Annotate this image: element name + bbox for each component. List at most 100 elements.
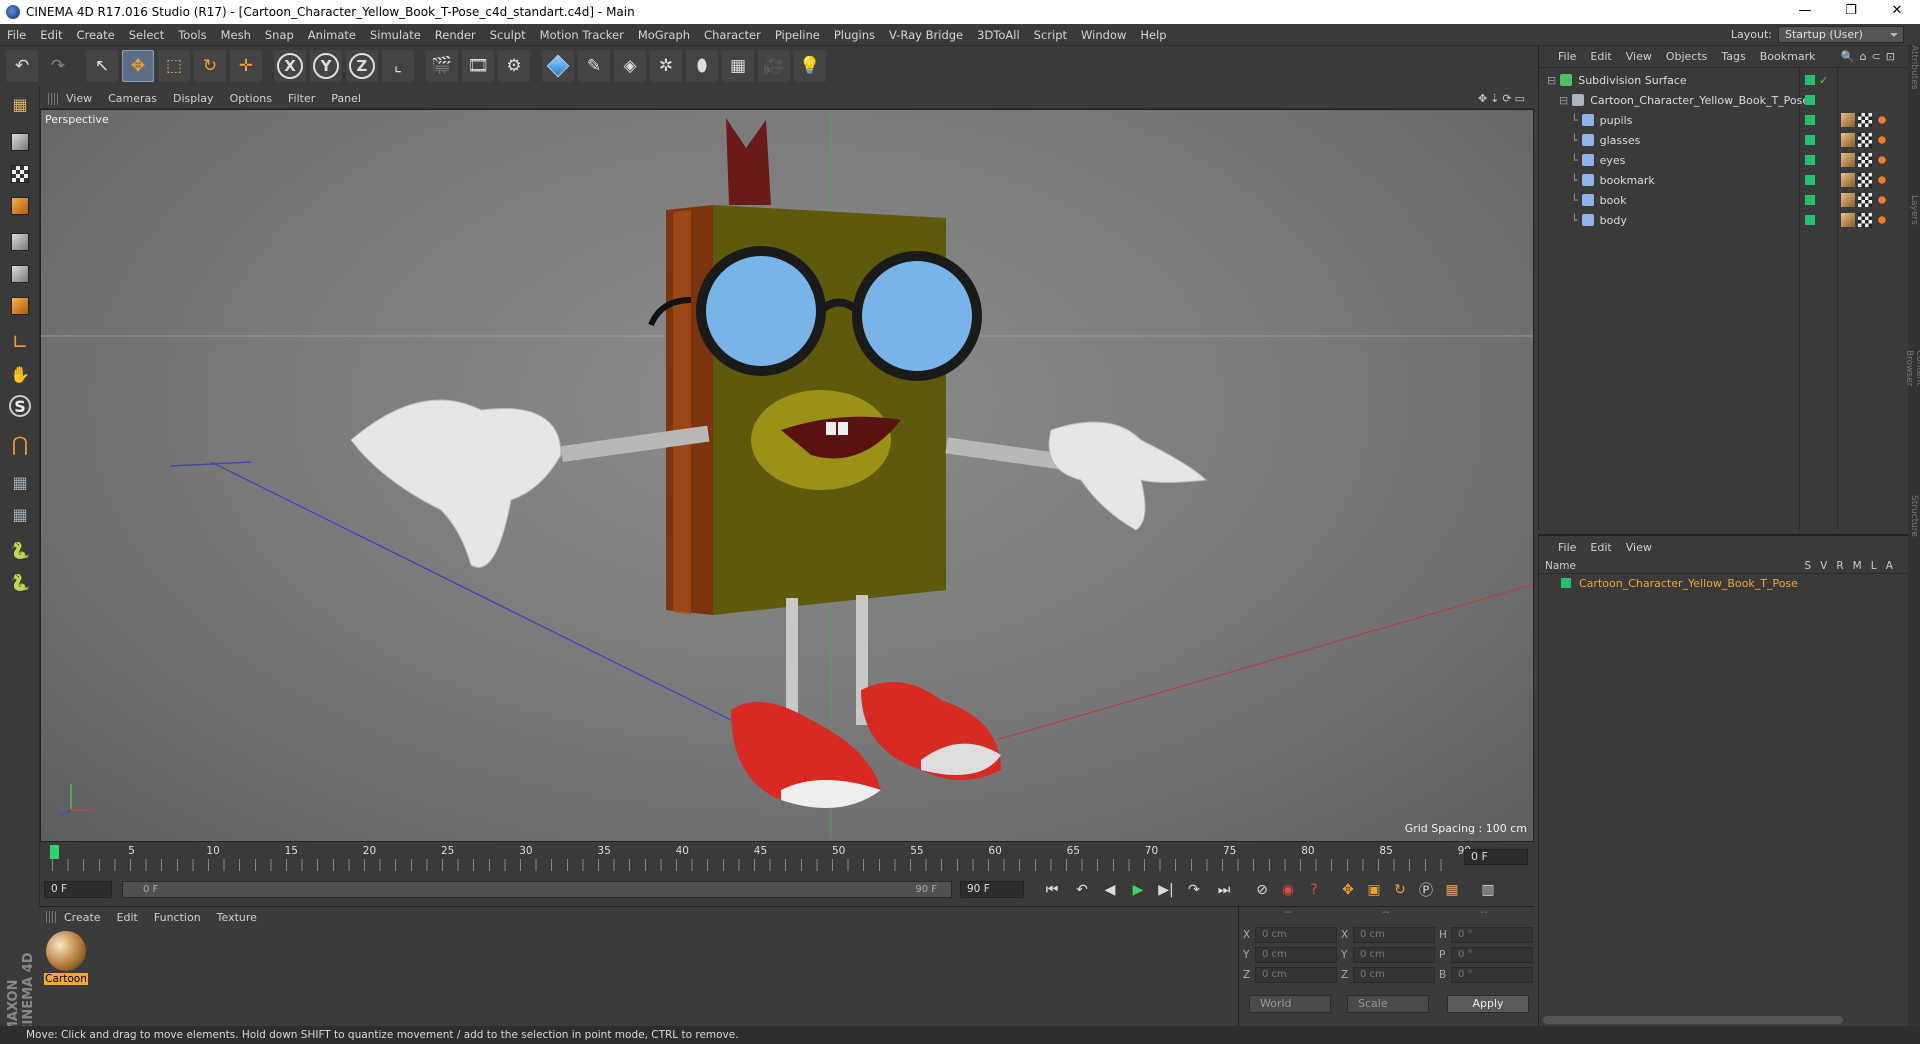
floor-button[interactable]: ▦ (722, 50, 754, 82)
texture-tag-icon[interactable] (1858, 153, 1872, 167)
menu-render[interactable]: Render (428, 24, 483, 46)
workplane-grid-button[interactable]: ▦ (4, 466, 36, 498)
menu-help[interactable]: Help (1133, 24, 1173, 46)
size-value-field[interactable]: 0 cm (1353, 967, 1435, 983)
autokey-button[interactable]: ⊘ (1250, 879, 1274, 901)
subdivision-surface-button[interactable]: ◈ (614, 50, 646, 82)
z-axis-button[interactable]: Z (346, 50, 378, 82)
position-value-field[interactable]: 0 cm (1255, 967, 1337, 983)
material-menu-function[interactable]: Function (146, 911, 209, 924)
object-row[interactable]: └ bookmark (1539, 170, 1909, 190)
material-tag-icon[interactable] (1841, 193, 1855, 207)
cube-primitive-button[interactable] (542, 50, 574, 82)
menu-motion-tracker[interactable]: Motion Tracker (533, 24, 631, 46)
y-axis-button[interactable]: Y (310, 50, 342, 82)
render-view-button[interactable]: 🎬 (426, 50, 458, 82)
object-row[interactable]: └ body (1539, 210, 1909, 230)
rotation-value-field[interactable]: 0 ° (1451, 967, 1533, 983)
previous-frame-button[interactable]: ◀ (1098, 879, 1122, 901)
object-menu-view[interactable]: View (1619, 50, 1659, 63)
menu-tools[interactable]: Tools (171, 24, 213, 46)
menu-create[interactable]: Create (70, 24, 122, 46)
coordinate-mode-select[interactable]: World (1249, 995, 1331, 1013)
size-value-field[interactable]: 0 cm (1353, 947, 1435, 963)
tree-expand-icon[interactable]: └ (1571, 214, 1578, 227)
key-parameter-button[interactable]: Ⓟ (1414, 879, 1438, 901)
menu-edit[interactable]: Edit (33, 24, 69, 46)
tree-expand-icon[interactable]: └ (1571, 114, 1578, 127)
go-to-end-button[interactable]: ⏭ (1212, 879, 1236, 901)
menu-mograph[interactable]: MoGraph (631, 24, 697, 46)
object-row[interactable]: └ book (1539, 190, 1909, 210)
menu-v-ray-bridge[interactable]: V-Ray Bridge (882, 24, 970, 46)
object-row[interactable]: └ eyes (1539, 150, 1909, 170)
object-row[interactable]: ⊟ Subdivision Surface ✓ (1539, 70, 1909, 90)
object-menu-bookmark[interactable]: Bookmark (1753, 50, 1823, 63)
next-key-button[interactable]: ↷ (1182, 879, 1206, 901)
viewport-menu-display[interactable]: Display (165, 92, 222, 105)
cloner-button[interactable]: ✲ (650, 50, 682, 82)
object-row[interactable]: ⊟ Cartoon_Character_Yellow_Book_T_Pose (1539, 90, 1909, 110)
record-button[interactable]: ◉ (1276, 879, 1300, 901)
phong-tag-icon[interactable] (1875, 113, 1889, 127)
menu-mesh[interactable]: Mesh (214, 24, 258, 46)
axis-mode-button[interactable]: ∟ (4, 326, 36, 358)
key-pla-button[interactable]: ▦ (1440, 879, 1464, 901)
menu-select[interactable]: Select (122, 24, 171, 46)
tree-expand-icon[interactable]: └ (1571, 154, 1578, 167)
object-row[interactable]: └ glasses (1539, 130, 1909, 150)
size-value-field[interactable]: 0 cm (1353, 927, 1435, 943)
tree-expand-icon[interactable]: └ (1571, 134, 1578, 147)
close-button[interactable]: ✕ (1874, 0, 1920, 24)
layer-color-flag[interactable] (1805, 155, 1815, 165)
viewport-menu-filter[interactable]: Filter (280, 92, 323, 105)
tree-expand-icon[interactable]: ⊟ (1559, 94, 1568, 107)
deformer-button[interactable]: ⬮ (686, 50, 718, 82)
current-frame-field[interactable]: 0 F (1464, 849, 1528, 865)
object-menu-tags[interactable]: Tags (1714, 50, 1752, 63)
layer-color-flag[interactable] (1805, 215, 1815, 225)
menu-character[interactable]: Character (697, 24, 768, 46)
tweak-mode-button[interactable]: ✋ (4, 358, 36, 390)
menu-script[interactable]: Script (1027, 24, 1074, 46)
camera-button[interactable]: 🎥 (758, 50, 790, 82)
help-record-button[interactable]: ? (1302, 879, 1326, 901)
menu-pipeline[interactable]: Pipeline (768, 24, 827, 46)
material-tag-icon[interactable] (1841, 113, 1855, 127)
apply-button[interactable]: Apply (1447, 995, 1529, 1013)
material-tag-icon[interactable] (1841, 173, 1855, 187)
menu-simulate[interactable]: Simulate (363, 24, 428, 46)
phong-tag-icon[interactable] (1875, 153, 1889, 167)
minimize-button[interactable]: — (1782, 0, 1828, 24)
x-axis-button[interactable]: X (274, 50, 306, 82)
workplane-mode-button[interactable] (4, 190, 36, 222)
viewport-menu-view[interactable]: View (58, 92, 100, 105)
phong-tag-icon[interactable] (1875, 213, 1889, 227)
play-button[interactable]: ▶ (1126, 879, 1150, 901)
layer-color-flag[interactable] (1805, 175, 1815, 185)
snap-button[interactable]: S (4, 390, 36, 422)
redo-button[interactable]: ↷ (42, 50, 74, 82)
horizontal-scrollbar[interactable] (1543, 1016, 1843, 1024)
timeline-ruler[interactable]: 051015202530354045505560657075808590 0 F (40, 845, 1534, 875)
layer-row[interactable]: Cartoon_Character_Yellow_Book_T_Pose (1539, 574, 1908, 592)
material-swatch[interactable]: Cartoon (44, 931, 88, 985)
coordinate-system-button[interactable]: ⌞ (382, 50, 414, 82)
rotate-button[interactable]: ↻ (194, 50, 226, 82)
start-frame-field[interactable]: 0 F (44, 881, 112, 898)
model-mode-button[interactable] (4, 126, 36, 158)
layer-color-flag[interactable] (1805, 195, 1815, 205)
object-manager-icons[interactable]: 🔍⌂⊂⊡ (1841, 50, 1900, 63)
object-row[interactable]: └ pupils (1539, 110, 1909, 130)
menu-window[interactable]: Window (1074, 24, 1133, 46)
undo-button[interactable]: ↶ (6, 50, 38, 82)
layer-color-flag[interactable] (1805, 95, 1815, 105)
enabled-check-icon[interactable]: ✓ (1819, 74, 1828, 87)
position-value-field[interactable]: 0 cm (1255, 927, 1337, 943)
side-tab-layers[interactable]: Layers (1909, 195, 1919, 267)
viewport-menu-options[interactable]: Options (222, 92, 280, 105)
position-value-field[interactable]: 0 cm (1255, 947, 1337, 963)
texture-tag-icon[interactable] (1858, 113, 1872, 127)
viewport-menu-cameras[interactable]: Cameras (100, 92, 165, 105)
tree-expand-icon[interactable]: ⊟ (1547, 74, 1556, 87)
